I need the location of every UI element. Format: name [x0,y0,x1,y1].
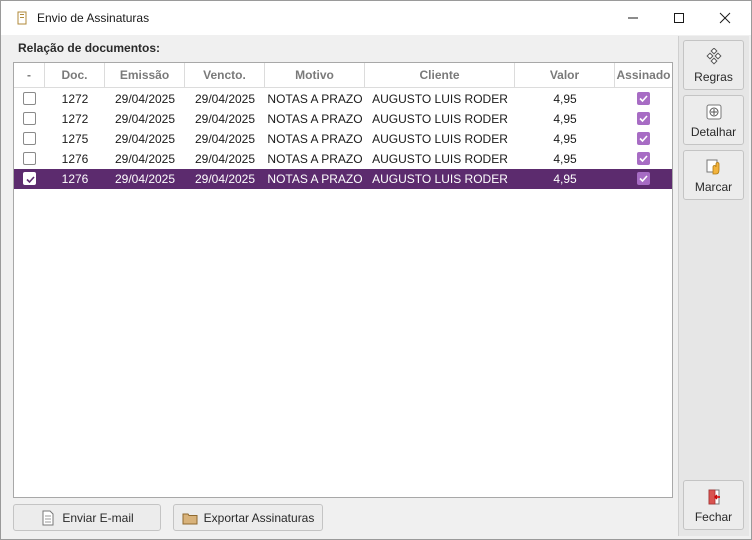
exportar-assinaturas-label: Exportar Assinaturas [203,510,315,525]
column-header-valor[interactable]: Valor [515,63,615,88]
title-bar[interactable]: Envio de Assinaturas [1,1,751,35]
cell-doc: 1272 [61,92,89,106]
action-sidebar: Regras Detalhar Marcar Fechar [678,36,749,536]
cell-emissao: 29/04/2025 [114,92,176,106]
cell-emissao: 29/04/2025 [114,112,176,126]
row-select-checkbox[interactable] [23,92,36,105]
row-select-checkbox[interactable] [23,112,36,125]
cell-doc: 1276 [61,172,89,186]
column-header-select[interactable]: - [14,63,45,88]
rules-icon [705,47,723,66]
document-icon [40,510,56,526]
maximize-button[interactable] [656,1,702,35]
column-header-emissao[interactable]: Emissão [105,63,185,88]
row-select-checkbox[interactable] [23,132,36,145]
regras-label: Regras [694,70,733,84]
details-icon [705,103,723,121]
minimize-button[interactable] [610,1,656,35]
window-title: Envio de Assinaturas [37,11,150,25]
cell-emissao: 29/04/2025 [114,152,176,166]
exportar-assinaturas-button[interactable]: Exportar Assinaturas [173,504,323,531]
exit-door-icon [705,488,723,506]
documents-label: Relação de documentos: [18,41,161,55]
maximize-icon [674,13,684,23]
table-row[interactable]: 1276 29/04/2025 29/04/2025 NOTAS A PRAZO AUG… [14,169,672,189]
row-select-checkbox[interactable] [23,172,36,185]
cell-valor: 4,95 [553,152,577,166]
cell-emissao: 29/04/2025 [114,172,176,186]
detalhar-button[interactable]: Detalhar [683,95,744,145]
cell-cliente: AUGUSTO LUIS RODER [372,92,508,106]
marcar-button[interactable]: Marcar [683,150,744,200]
cell-valor: 4,95 [553,92,577,106]
main-window: Envio de Assinaturas Relação de document… [0,0,752,540]
cell-motivo: NOTAS A PRAZO [267,92,363,106]
cell-cliente: AUGUSTO LUIS RODER [372,152,508,166]
cell-motivo: NOTAS A PRAZO [267,172,363,186]
table-row[interactable]: 1272 29/04/2025 29/04/2025 NOTAS A PRAZO AUG… [14,109,672,129]
cell-emissao: 29/04/2025 [114,132,176,146]
table-row[interactable]: 1272 29/04/2025 29/04/2025 NOTAS A PRAZO AUG… [14,89,672,109]
assinado-checkbox[interactable] [637,132,650,145]
cell-doc: 1272 [61,112,89,126]
cell-motivo: NOTAS A PRAZO [267,152,363,166]
row-select-checkbox[interactable] [23,152,36,165]
cell-vencto: 29/04/2025 [194,132,256,146]
folder-icon [182,510,198,526]
assinado-checkbox[interactable] [637,172,650,185]
table-row[interactable]: 1276 29/04/2025 29/04/2025 NOTAS A PRAZO AUG… [14,149,672,169]
cell-valor: 4,95 [553,172,577,186]
table-row[interactable]: 1275 29/04/2025 29/04/2025 NOTAS A PRAZO AUG… [14,129,672,149]
detalhar-label: Detalhar [690,125,737,139]
documents-grid[interactable]: - Doc. Emissão Vencto. Motivo Cliente Va… [13,62,673,498]
assinado-checkbox[interactable] [637,112,650,125]
cell-cliente: AUGUSTO LUIS RODER [372,132,508,146]
marcar-label: Marcar [694,180,733,194]
cell-motivo: NOTAS A PRAZO [267,112,363,126]
assinado-checkbox[interactable] [637,92,650,105]
cell-valor: 4,95 [553,112,577,126]
column-header-motivo[interactable]: Motivo [265,63,365,88]
close-button[interactable] [702,1,748,35]
cell-motivo: NOTAS A PRAZO [267,132,363,146]
cell-cliente: AUGUSTO LUIS RODER [372,112,508,126]
column-header-cliente[interactable]: Cliente [365,63,515,88]
minimize-icon [628,17,638,19]
regras-button[interactable]: Regras [683,40,744,90]
fechar-label: Fechar [694,510,733,524]
cell-vencto: 29/04/2025 [194,152,256,166]
assinado-checkbox[interactable] [637,152,650,165]
column-header-assinado[interactable]: Assinado [615,63,672,88]
cell-valor: 4,95 [553,132,577,146]
fechar-button[interactable]: Fechar [683,480,744,530]
enviar-email-label: Enviar E-mail [62,510,134,525]
cell-vencto: 29/04/2025 [194,92,256,106]
grid-header: - Doc. Emissão Vencto. Motivo Cliente Va… [14,63,672,88]
mark-hand-icon [705,158,723,176]
cell-doc: 1275 [61,132,89,146]
enviar-email-button[interactable]: Enviar E-mail [13,504,161,531]
column-header-doc[interactable]: Doc. [45,63,105,88]
close-icon [719,12,731,24]
column-header-vencto[interactable]: Vencto. [185,63,265,88]
cell-doc: 1276 [61,152,89,166]
app-document-icon [15,11,29,25]
cell-vencto: 29/04/2025 [194,112,256,126]
cell-vencto: 29/04/2025 [194,172,256,186]
cell-cliente: AUGUSTO LUIS RODER [372,172,508,186]
